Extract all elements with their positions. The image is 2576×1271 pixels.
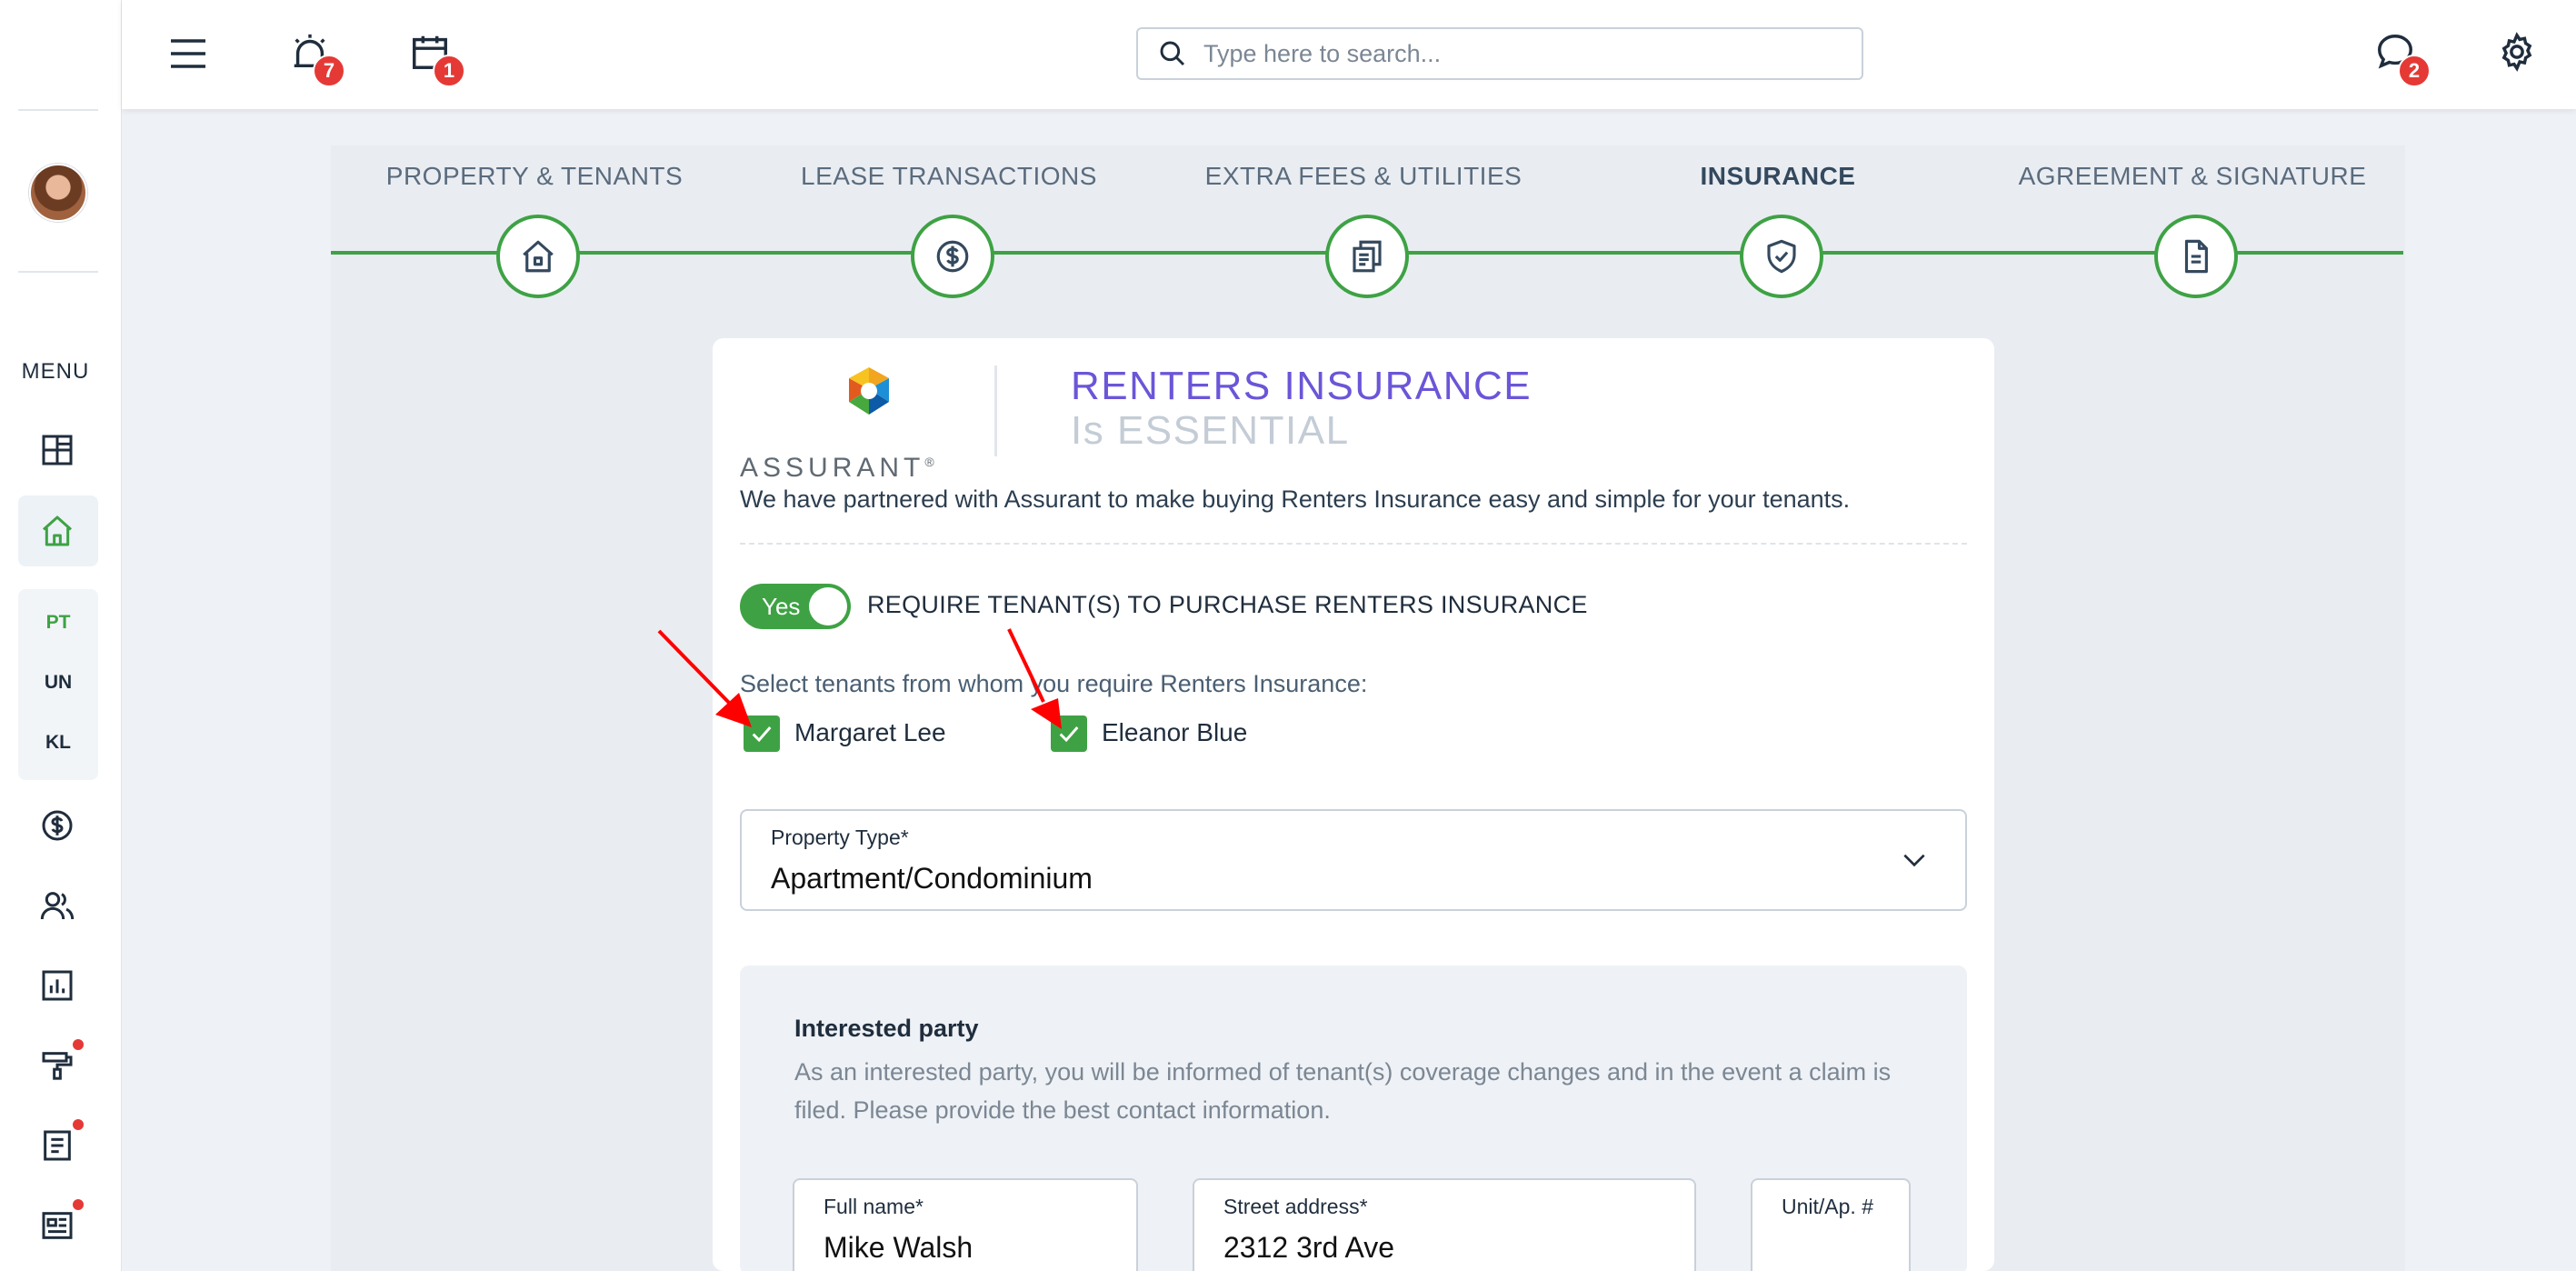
shield-check-icon <box>1767 239 1796 274</box>
tab-property-tenants[interactable]: PROPERTY & TENANTS <box>334 162 734 191</box>
alarm-badge: 7 <box>313 55 345 87</box>
dollar-icon <box>936 240 969 273</box>
property-type-value: Apartment/Condominium <box>771 862 1093 895</box>
payments-icon[interactable] <box>36 805 78 846</box>
sidebar-item-kl[interactable]: KL <box>18 732 98 754</box>
partner-description: We have partnered with Assurant to make … <box>740 485 1851 513</box>
annotation-arrow <box>657 629 752 727</box>
assurant-logo-mark-icon <box>849 367 889 415</box>
chat-badge: 2 <box>2398 55 2431 87</box>
bills-icon <box>1353 240 1382 273</box>
step-property-tenants[interactable] <box>496 215 580 298</box>
property-type-select[interactable]: Property Type* Apartment/Condominium <box>740 809 1967 911</box>
sidebar-item-pt[interactable]: PT <box>18 612 98 634</box>
full-name-label: Full name* <box>824 1195 924 1218</box>
street-address-value: 2312 3rd Ave <box>1223 1231 1395 1264</box>
tenant-label-eleanor-blue[interactable]: Eleanor Blue <box>1102 718 1247 747</box>
search-box[interactable] <box>1136 27 1863 80</box>
notification-dot <box>73 1199 84 1210</box>
unit-label: Unit/Ap. # <box>1782 1195 1873 1218</box>
assurant-wordmark: ASSURANT® <box>740 453 934 483</box>
assurant-logo: ASSURANT® <box>740 365 934 483</box>
notes-icon[interactable] <box>36 1125 78 1166</box>
tab-agreement-signature[interactable]: AGREEMENT & SIGNATURE <box>1992 162 2392 191</box>
interested-party-title: Interested party <box>794 1015 979 1042</box>
dashboard-icon[interactable] <box>36 429 78 471</box>
tab-extra-fees-utilities[interactable]: EXTRA FEES & UTILITIES <box>1163 162 1563 191</box>
menu-label: MENU <box>21 359 90 384</box>
people-icon[interactable] <box>36 885 78 926</box>
house-icon <box>523 240 554 273</box>
sidebar-item-un[interactable]: UN <box>18 672 98 694</box>
dashed-divider <box>740 543 1967 545</box>
toggle-knob <box>809 587 847 625</box>
sidebar-divider <box>18 109 98 111</box>
toggle-label: Yes <box>762 593 801 620</box>
search-icon <box>1160 41 1185 66</box>
logo-divider <box>994 365 997 456</box>
tenant-label-margaret-lee[interactable]: Margaret Lee <box>794 718 946 747</box>
avatar[interactable] <box>29 164 87 222</box>
gear-icon[interactable] <box>2494 29 2540 75</box>
notification-dot <box>73 1039 84 1050</box>
insurance-card: ASSURANT® RENTERS INSURANCE Is ESSENTIAL… <box>713 338 1994 1271</box>
property-type-label: Property Type* <box>771 826 909 849</box>
step-insurance[interactable] <box>1740 215 1823 298</box>
insurance-subtitle: Is ESSENTIAL <box>1071 408 1350 453</box>
hamburger-menu-icon[interactable] <box>167 33 209 75</box>
full-name-field[interactable]: Full name* Mike Walsh <box>793 1178 1138 1271</box>
annotation-arrow <box>1007 628 1062 729</box>
step-lease-transactions[interactable] <box>911 215 994 298</box>
maintenance-icon[interactable] <box>36 1045 78 1086</box>
document-icon <box>2184 239 2208 274</box>
chevron-down-icon <box>1903 854 1925 867</box>
street-address-label: Street address* <box>1223 1195 1368 1218</box>
full-name-value: Mike Walsh <box>824 1231 973 1264</box>
calendar-badge: 1 <box>433 55 465 87</box>
home-icon[interactable] <box>36 510 78 552</box>
unit-field[interactable]: Unit/Ap. # <box>1751 1178 1911 1271</box>
step-agreement-signature[interactable] <box>2154 215 2238 298</box>
sidebar: MENU PT UN KL <box>0 0 122 1271</box>
notification-dot <box>73 1119 84 1130</box>
sidebar-divider <box>18 271 98 273</box>
tab-insurance[interactable]: INSURANCE <box>1578 162 1978 191</box>
interested-party-description: As an interested party, you will be info… <box>794 1058 1892 1124</box>
search-input[interactable] <box>1203 39 1840 68</box>
insurance-title: RENTERS INSURANCE <box>1071 364 1533 408</box>
top-bar: 7 1 2 <box>122 0 2576 109</box>
require-insurance-label: REQUIRE TENANT(S) TO PURCHASE RENTERS IN… <box>867 591 1588 618</box>
require-insurance-toggle[interactable]: Yes <box>740 584 851 629</box>
interested-party-section: Interested party As an interested party,… <box>740 966 1967 1271</box>
tab-lease-transactions[interactable]: LEASE TRANSACTIONS <box>749 162 1149 191</box>
reports-icon[interactable] <box>36 965 78 1006</box>
step-extra-fees-utilities[interactable] <box>1325 215 1409 298</box>
news-icon[interactable] <box>36 1205 78 1246</box>
street-address-field[interactable]: Street address* 2312 3rd Ave <box>1193 1178 1696 1271</box>
